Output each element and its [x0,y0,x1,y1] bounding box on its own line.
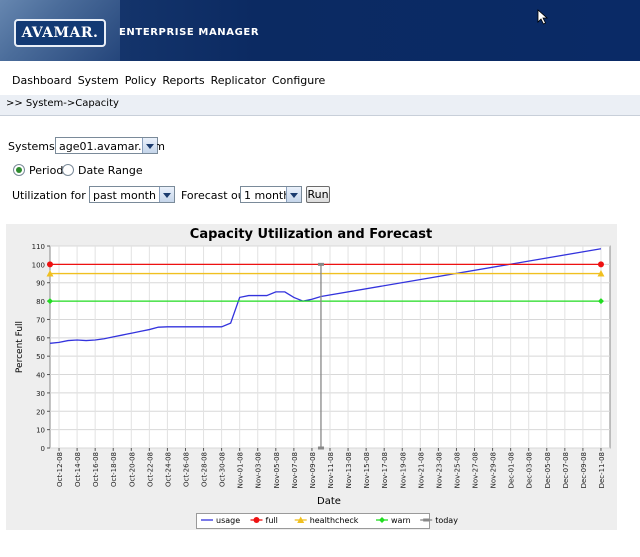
forecast-select[interactable]: 1 month [240,186,302,203]
chevron-down-icon[interactable] [159,187,174,202]
chevron-down-icon[interactable] [286,187,301,202]
avamar-logo: AVAMAR. [14,19,106,47]
utilization-select-value: past month [93,189,156,202]
date-range-radio-label: Date Range [78,164,143,177]
chart-legend [196,513,430,529]
breadcrumb-text: >> System->Capacity [6,98,119,109]
mouse-cursor-icon [537,9,549,25]
date-range-radio[interactable] [62,164,74,176]
chart-panel [6,224,617,530]
menu-item-dashboard[interactable]: Dashboard [12,74,72,87]
menu-item-reports[interactable]: Reports [162,74,204,87]
menu-item-system[interactable]: System [78,74,119,87]
app-banner: AVAMAR. ENTERPRISE MANAGER [0,0,640,61]
product-title: ENTERPRISE MANAGER [119,27,260,38]
breadcrumb: >> System->Capacity [0,95,640,116]
forecast-label: Forecast out [181,189,250,202]
run-button[interactable]: Run [306,186,330,203]
main-menu: Dashboard System Policy Reports Replicat… [0,61,640,95]
menu-item-configure[interactable]: Configure [272,74,325,87]
chevron-down-icon[interactable] [142,138,157,153]
period-radio[interactable] [13,164,25,176]
utilization-select[interactable]: past month [89,186,175,203]
forecast-select-value: 1 month [244,189,291,202]
period-radio-label: Period [29,164,64,177]
menu-item-replicator[interactable]: Replicator [211,74,266,87]
systems-label: Systems: [8,140,59,153]
systems-select[interactable]: age01.avamar.com [55,137,165,154]
menu-item-policy[interactable]: Policy [125,74,157,87]
